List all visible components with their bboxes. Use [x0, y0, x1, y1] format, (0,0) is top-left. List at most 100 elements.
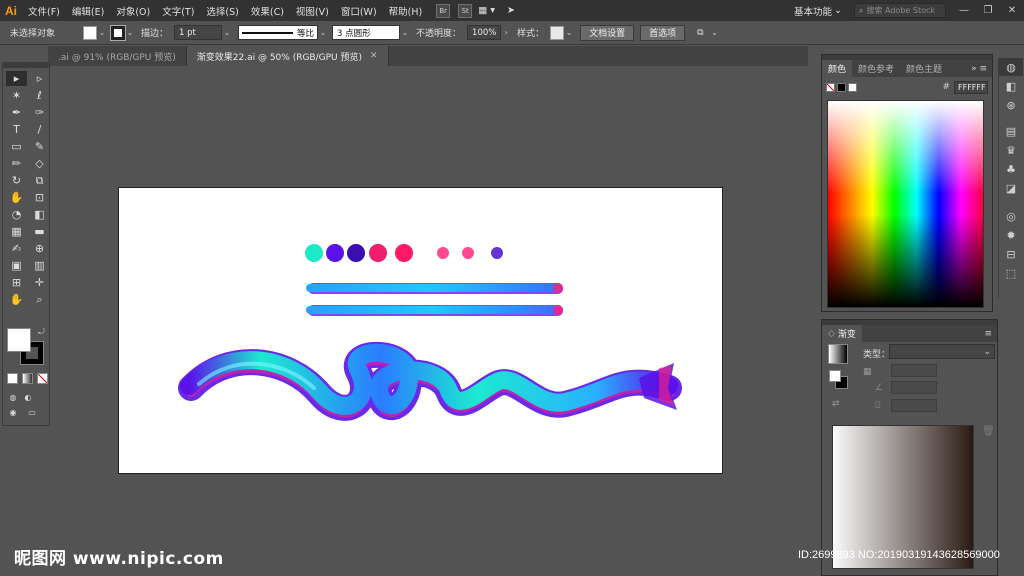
- lasso-tool-icon[interactable]: ℓ: [29, 88, 50, 103]
- fill-swatch[interactable]: [83, 25, 98, 40]
- menu-effect[interactable]: 效果(C): [245, 4, 290, 18]
- tab-color-guide[interactable]: 颜色参考: [852, 60, 900, 77]
- scale-tool-icon[interactable]: ⧉: [29, 173, 50, 188]
- tab-color-themes[interactable]: 颜色主题: [900, 60, 948, 77]
- gradient-slider[interactable]: [832, 425, 974, 569]
- rotate-tool-icon[interactable]: ↻: [6, 173, 27, 188]
- mesh-tool-icon[interactable]: ▦: [6, 224, 27, 239]
- graphic-styles-icon[interactable]: ◪: [999, 179, 1023, 197]
- arrange-icon[interactable]: ⧉: [691, 28, 709, 38]
- minimize-button[interactable]: —: [952, 5, 976, 16]
- panel-menu-icon[interactable]: » ≡: [971, 60, 992, 77]
- fill-color-box[interactable]: [7, 328, 31, 352]
- tab-document-2[interactable]: 渐变效果22.ai @ 50% (RGB/GPU 预览) ✕: [186, 46, 389, 66]
- gradient-preview-swatch[interactable]: [828, 344, 848, 364]
- gpu-performance-icon[interactable]: ➤: [501, 5, 521, 16]
- type-tool-icon[interactable]: T: [6, 122, 27, 137]
- navigator-icon[interactable]: ⊟: [999, 245, 1023, 263]
- opacity-field[interactable]: 100%: [467, 25, 502, 40]
- menu-help[interactable]: 帮助(H): [383, 4, 429, 18]
- stroke-weight-field[interactable]: 1 pt: [174, 25, 223, 40]
- swatches-icon[interactable]: ♣: [999, 160, 1023, 178]
- draw-behind-icon[interactable]: ◐: [22, 391, 34, 403]
- gradient-type-select[interactable]: ⌄: [889, 344, 995, 359]
- export-icon[interactable]: ⬚: [999, 264, 1023, 282]
- appearance-icon[interactable]: ⊛: [999, 96, 1023, 114]
- brush-definition[interactable]: 3 点圆形: [332, 25, 401, 40]
- curvature-tool-icon[interactable]: ✑: [29, 105, 50, 120]
- selection-tool-icon[interactable]: ▸: [6, 71, 27, 86]
- rectangle-tool-icon[interactable]: ▭: [6, 139, 27, 154]
- brushes-icon[interactable]: ◧: [999, 77, 1023, 95]
- slice-tool-icon[interactable]: ✛: [29, 275, 50, 290]
- profile-dropdown-icon[interactable]: ⌄: [318, 28, 328, 37]
- stroke-swatch[interactable]: [110, 24, 127, 41]
- arrange-dropdown-icon[interactable]: ⌄: [710, 28, 720, 37]
- swap-fill-stroke-icon[interactable]: ⤾: [38, 327, 45, 337]
- screen-mode-icon[interactable]: ▭: [22, 406, 42, 418]
- color-spectrum[interactable]: [827, 100, 984, 308]
- preferences-button[interactable]: 首选项: [640, 24, 686, 41]
- paintbrush-tool-icon[interactable]: ✎: [29, 139, 50, 154]
- chevron-down-icon[interactable]: ⌄: [834, 5, 842, 16]
- artboard-tool-icon[interactable]: ⊞: [6, 275, 27, 290]
- workspace-switcher[interactable]: 基本功能: [794, 4, 832, 18]
- none-mode-icon[interactable]: [37, 373, 48, 384]
- artboard[interactable]: [118, 187, 723, 474]
- column-graph-tool-icon[interactable]: ▥: [29, 258, 50, 273]
- stroke-dropdown-icon[interactable]: ⌄: [125, 28, 135, 37]
- layers-icon[interactable]: ▤: [999, 122, 1023, 140]
- brush-dropdown-icon[interactable]: ⌄: [400, 28, 410, 37]
- stroke-weight-dropdown-icon[interactable]: ⌄: [222, 28, 232, 37]
- none-swatch[interactable]: [826, 82, 835, 92]
- opacity-arrow-icon[interactable]: ›: [501, 28, 511, 37]
- close-button[interactable]: ✕: [1000, 5, 1024, 16]
- menu-window[interactable]: 窗口(W): [335, 4, 383, 18]
- line-tool-icon[interactable]: /: [29, 122, 50, 137]
- eraser-tool-icon[interactable]: ◇: [29, 156, 50, 171]
- variable-width-profile[interactable]: 等比: [238, 25, 319, 40]
- document-setup-button[interactable]: 文档设置: [580, 24, 635, 41]
- delete-stop-icon[interactable]: 🗑: [982, 426, 995, 437]
- pen-tool-icon[interactable]: ✒: [6, 105, 27, 120]
- gradient-tool-icon[interactable]: ▬: [29, 224, 50, 239]
- properties-icon[interactable]: ✹: [999, 226, 1023, 244]
- width-tool-icon[interactable]: ✋: [6, 190, 27, 205]
- gradient-fill-box[interactable]: [829, 370, 841, 382]
- free-transform-tool-icon[interactable]: ⊡: [29, 190, 50, 205]
- stock-search-input[interactable]: ⌕ 搜索 Adobe Stock: [854, 3, 946, 18]
- perspective-grid-tool-icon[interactable]: ◧: [29, 207, 50, 222]
- menu-select[interactable]: 选择(S): [200, 4, 244, 18]
- menu-type[interactable]: 文字(T): [156, 4, 200, 18]
- reverse-gradient-icon[interactable]: ⇄: [832, 399, 840, 409]
- close-tab-icon[interactable]: ✕: [370, 51, 378, 61]
- maximize-button[interactable]: ❐: [976, 5, 1000, 16]
- style-swatch[interactable]: [550, 25, 565, 40]
- panel-menu-icon[interactable]: ≡: [984, 325, 997, 342]
- white-swatch[interactable]: [848, 82, 857, 92]
- tab-document-1[interactable]: .ai @ 91% (RGB/GPU 预览): [48, 46, 187, 66]
- draw-normal-icon[interactable]: ◍: [7, 391, 19, 403]
- shaper-tool-icon[interactable]: ✏: [6, 156, 27, 171]
- symbols-icon[interactable]: ♛: [999, 141, 1023, 159]
- hex-input[interactable]: FFFFFF: [954, 80, 988, 94]
- black-swatch[interactable]: [837, 82, 846, 92]
- color-mode-icon[interactable]: [7, 373, 18, 384]
- fill-dropdown-icon[interactable]: ⌄: [97, 28, 107, 37]
- shape-builder-tool-icon[interactable]: ◔: [6, 207, 27, 222]
- symbol-sprayer-tool-icon[interactable]: ▣: [6, 258, 27, 273]
- menu-view[interactable]: 视图(V): [290, 4, 335, 18]
- hand-tool-icon[interactable]: ✋: [6, 292, 27, 307]
- color-guide-icon[interactable]: ◍: [999, 58, 1023, 76]
- arrange-documents-icon[interactable]: ▦ ▾: [472, 5, 501, 16]
- libraries-icon[interactable]: ◎: [999, 207, 1023, 225]
- menu-object[interactable]: 对象(O): [110, 4, 156, 18]
- menu-file[interactable]: 文件(F): [22, 4, 66, 18]
- tab-color[interactable]: 颜色: [822, 60, 853, 77]
- magic-wand-tool-icon[interactable]: ✶: [6, 88, 27, 103]
- blend-tool-icon[interactable]: ⊕: [29, 241, 50, 256]
- style-dropdown-icon[interactable]: ⌄: [564, 28, 574, 37]
- direct-selection-tool-icon[interactable]: ▹: [29, 71, 50, 86]
- menu-edit[interactable]: 编辑(E): [66, 4, 110, 18]
- gradient-mode-icon[interactable]: [22, 373, 33, 384]
